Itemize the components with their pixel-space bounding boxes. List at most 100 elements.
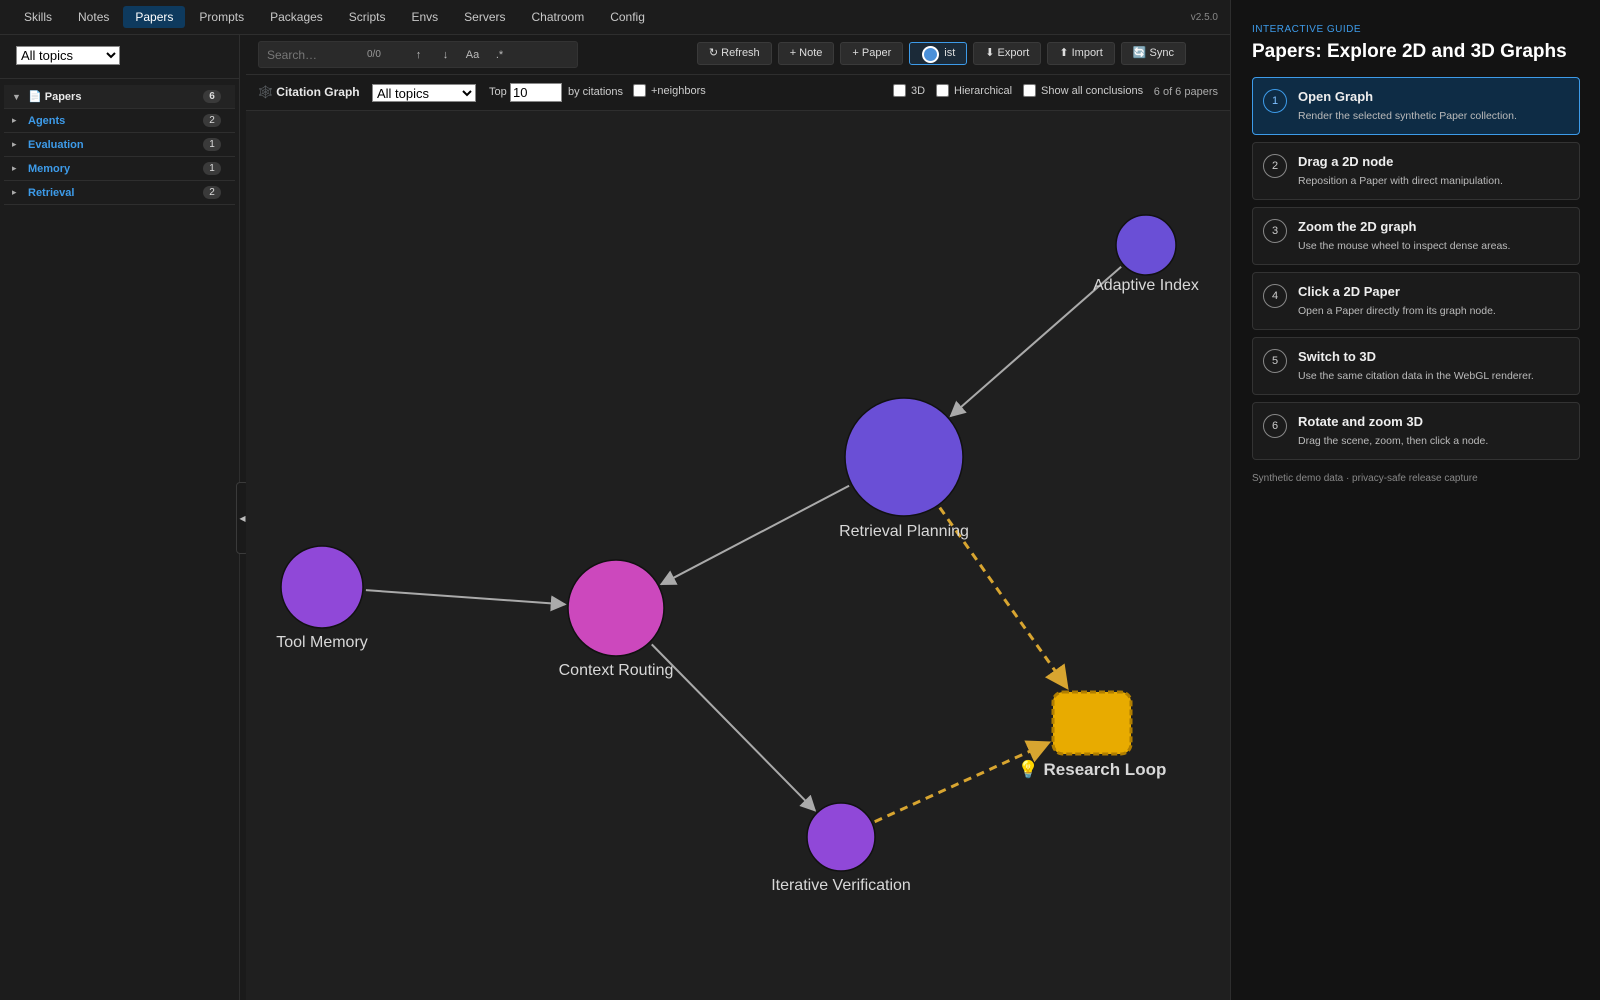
- caret-right-icon: ▸: [12, 139, 17, 149]
- add-paper-button[interactable]: + Paper: [840, 42, 904, 65]
- graph-topic-select[interactable]: All topics: [372, 84, 476, 102]
- search-match-count: 0/0: [367, 49, 381, 60]
- sidebar-item-agents[interactable]: ▸ Agents 2: [4, 109, 235, 133]
- graph-title: 🕸️ Citation Graph: [258, 85, 360, 99]
- hierarchical-label: Hierarchical: [954, 84, 1013, 97]
- step-description: Drag the scene, zoom, then click a node.: [1298, 435, 1489, 447]
- sidebar-item-retrieval[interactable]: ▸ Retrieval 2: [4, 181, 235, 205]
- tab-packages[interactable]: Packages: [258, 6, 335, 28]
- count-badge: 1: [203, 138, 221, 151]
- sync-button[interactable]: 🔄 Sync: [1120, 42, 1186, 65]
- citation-edge-iterative-verification-to-research-loop: [874, 740, 1052, 824]
- sidebar: All topics ▼ 📄 Papers 6 ▸ Agents 2 ▸ Eva…: [0, 35, 240, 1000]
- 3d-checkbox[interactable]: 3D: [893, 84, 925, 97]
- show-conclusions-label: Show all conclusions: [1041, 84, 1144, 97]
- citation-graph-svg: Adaptive Index Retrieval Planning Tool Mem…: [276, 214, 1199, 894]
- tab-chatroom[interactable]: Chatroom: [520, 6, 597, 28]
- checkbox-box: [1023, 84, 1036, 97]
- step-number: 6: [1263, 414, 1287, 438]
- guide-step-zoom-2d[interactable]: 3 Zoom the 2D graph Use the mouse wheel …: [1252, 207, 1580, 265]
- sidebar-topic-filter: All topics: [0, 35, 239, 79]
- guide-step-switch-3d[interactable]: 5 Switch to 3D Use the same citation dat…: [1252, 337, 1580, 395]
- top-n-label: Top: [489, 86, 507, 98]
- sidebar-item-evaluation[interactable]: ▸ Evaluation 1: [4, 133, 235, 157]
- search-next-button[interactable]: ↓: [432, 49, 459, 61]
- step-description: Open a Paper directly from its graph nod…: [1298, 305, 1496, 317]
- caret-right-icon: ▸: [12, 163, 17, 173]
- sidebar-item-label: Memory: [28, 162, 71, 175]
- add-note-button[interactable]: + Note: [777, 42, 835, 65]
- graph-node-label-iterative-verification[interactable]: Iterative Verification: [771, 877, 911, 894]
- export-button[interactable]: ⬇ Export: [973, 42, 1042, 65]
- paper-count: 6 of 6 papers: [1153, 86, 1218, 98]
- search-input[interactable]: [259, 47, 367, 62]
- step-title: Drag a 2D node: [1298, 154, 1394, 169]
- toolbar: 0/0 ↑ ↓ Aa .* ↻ Refresh + Note + Paper i…: [246, 35, 1230, 75]
- toolbar-actions: ↻ Refresh + Note + Paper ist ⬇ Export ⬆ …: [691, 42, 1186, 65]
- neighbors-label: +neighbors: [651, 84, 706, 97]
- guide-step-open-graph[interactable]: 1 Open Graph Render the selected synthet…: [1252, 77, 1580, 135]
- guide-step-click-paper[interactable]: 4 Click a 2D Paper Open a Paper directly…: [1252, 272, 1580, 330]
- graph-node-adaptive-index[interactable]: [1115, 214, 1177, 276]
- graph-node-tool-memory[interactable]: [280, 545, 364, 629]
- step-description: Render the selected synthetic Paper coll…: [1298, 110, 1517, 122]
- graph-node-label-tool-memory[interactable]: Tool Memory: [276, 634, 368, 651]
- sidebar-item-memory[interactable]: ▸ Memory 1: [4, 157, 235, 181]
- search-box: 0/0 ↑ ↓ Aa .*: [258, 41, 578, 68]
- top-n-input[interactable]: [510, 83, 562, 102]
- guide-footer: Synthetic demo data · privacy-safe relea…: [1252, 473, 1478, 484]
- graph-node-label-research-loop[interactable]: 💡 Research Loop: [1018, 759, 1167, 779]
- step-number: 3: [1263, 219, 1287, 243]
- regex-toggle[interactable]: .*: [486, 49, 513, 61]
- sidebar-topic-select[interactable]: All topics: [16, 46, 120, 65]
- sidebar-item-label: Agents: [28, 114, 66, 127]
- by-citations-label: by citations: [568, 86, 624, 98]
- tree-root-papers[interactable]: ▼ 📄 Papers 6: [4, 85, 235, 109]
- step-title: Zoom the 2D graph: [1298, 219, 1417, 234]
- match-case-toggle[interactable]: Aa: [459, 49, 486, 61]
- tab-prompts[interactable]: Prompts: [187, 6, 256, 28]
- tab-scripts[interactable]: Scripts: [337, 6, 398, 28]
- caret-right-icon: ▸: [12, 187, 17, 197]
- step-description: Use the same citation data in the WebGL …: [1298, 370, 1534, 382]
- graph-node-label-adaptive-index[interactable]: Adaptive Index: [1093, 277, 1199, 294]
- step-number: 1: [1263, 89, 1287, 113]
- caret-right-icon: ▸: [12, 115, 17, 125]
- app-window: Skills Notes Papers Prompts Packages Scr…: [0, 0, 1600, 1000]
- guide-kicker: Interactive guide: [1252, 24, 1362, 35]
- caret-down-icon: ▼: [12, 91, 21, 102]
- graph-node-label-context-routing[interactable]: Context Routing: [559, 662, 674, 679]
- citation-edge-context-routing-to-iterative-verification: [651, 643, 817, 812]
- count-badge: 6: [203, 90, 221, 103]
- list-button[interactable]: ist: [909, 42, 968, 65]
- guide-title: Papers: Explore 2D and 3D Graphs: [1252, 41, 1567, 62]
- refresh-button[interactable]: ↻ Refresh: [696, 42, 772, 65]
- list-button-label: ist: [944, 47, 956, 59]
- graph-node-research-loop[interactable]: [1051, 690, 1133, 756]
- tab-envs[interactable]: Envs: [399, 6, 450, 28]
- step-description: Reposition a Paper with direct manipulat…: [1298, 175, 1503, 187]
- count-badge: 2: [203, 186, 221, 199]
- step-number: 2: [1263, 154, 1287, 178]
- pointer-cursor-icon: [922, 46, 940, 63]
- graph-node-iterative-verification[interactable]: [806, 802, 876, 872]
- count-badge: 1: [203, 162, 221, 175]
- graph-node-context-routing[interactable]: [567, 559, 665, 657]
- tab-skills[interactable]: Skills: [12, 6, 64, 28]
- citation-graph-canvas[interactable]: Adaptive Index Retrieval Planning Tool Mem…: [246, 111, 1230, 1000]
- graph-node-label-retrieval-planning[interactable]: Retrieval Planning: [839, 523, 969, 540]
- guide-step-drag-node[interactable]: 2 Drag a 2D node Reposition a Paper with…: [1252, 142, 1580, 200]
- hierarchical-checkbox[interactable]: Hierarchical: [936, 84, 1012, 97]
- graph-node-retrieval-planning[interactable]: [844, 397, 964, 517]
- import-button[interactable]: ⬆ Import: [1047, 42, 1115, 65]
- guide-step-rotate-3d[interactable]: 6 Rotate and zoom 3D Drag the scene, zoo…: [1252, 402, 1580, 460]
- tab-servers[interactable]: Servers: [452, 6, 517, 28]
- search-prev-button[interactable]: ↑: [405, 49, 432, 61]
- show-conclusions-checkbox[interactable]: Show all conclusions: [1023, 84, 1143, 97]
- checkbox-box: [633, 84, 646, 97]
- neighbors-checkbox[interactable]: +neighbors: [633, 84, 706, 97]
- tab-papers[interactable]: Papers: [123, 6, 186, 28]
- tab-config[interactable]: Config: [598, 6, 657, 28]
- tab-notes[interactable]: Notes: [66, 6, 121, 28]
- graph-controls: 🕸️ Citation Graph All topics Top by cita…: [246, 75, 1230, 111]
